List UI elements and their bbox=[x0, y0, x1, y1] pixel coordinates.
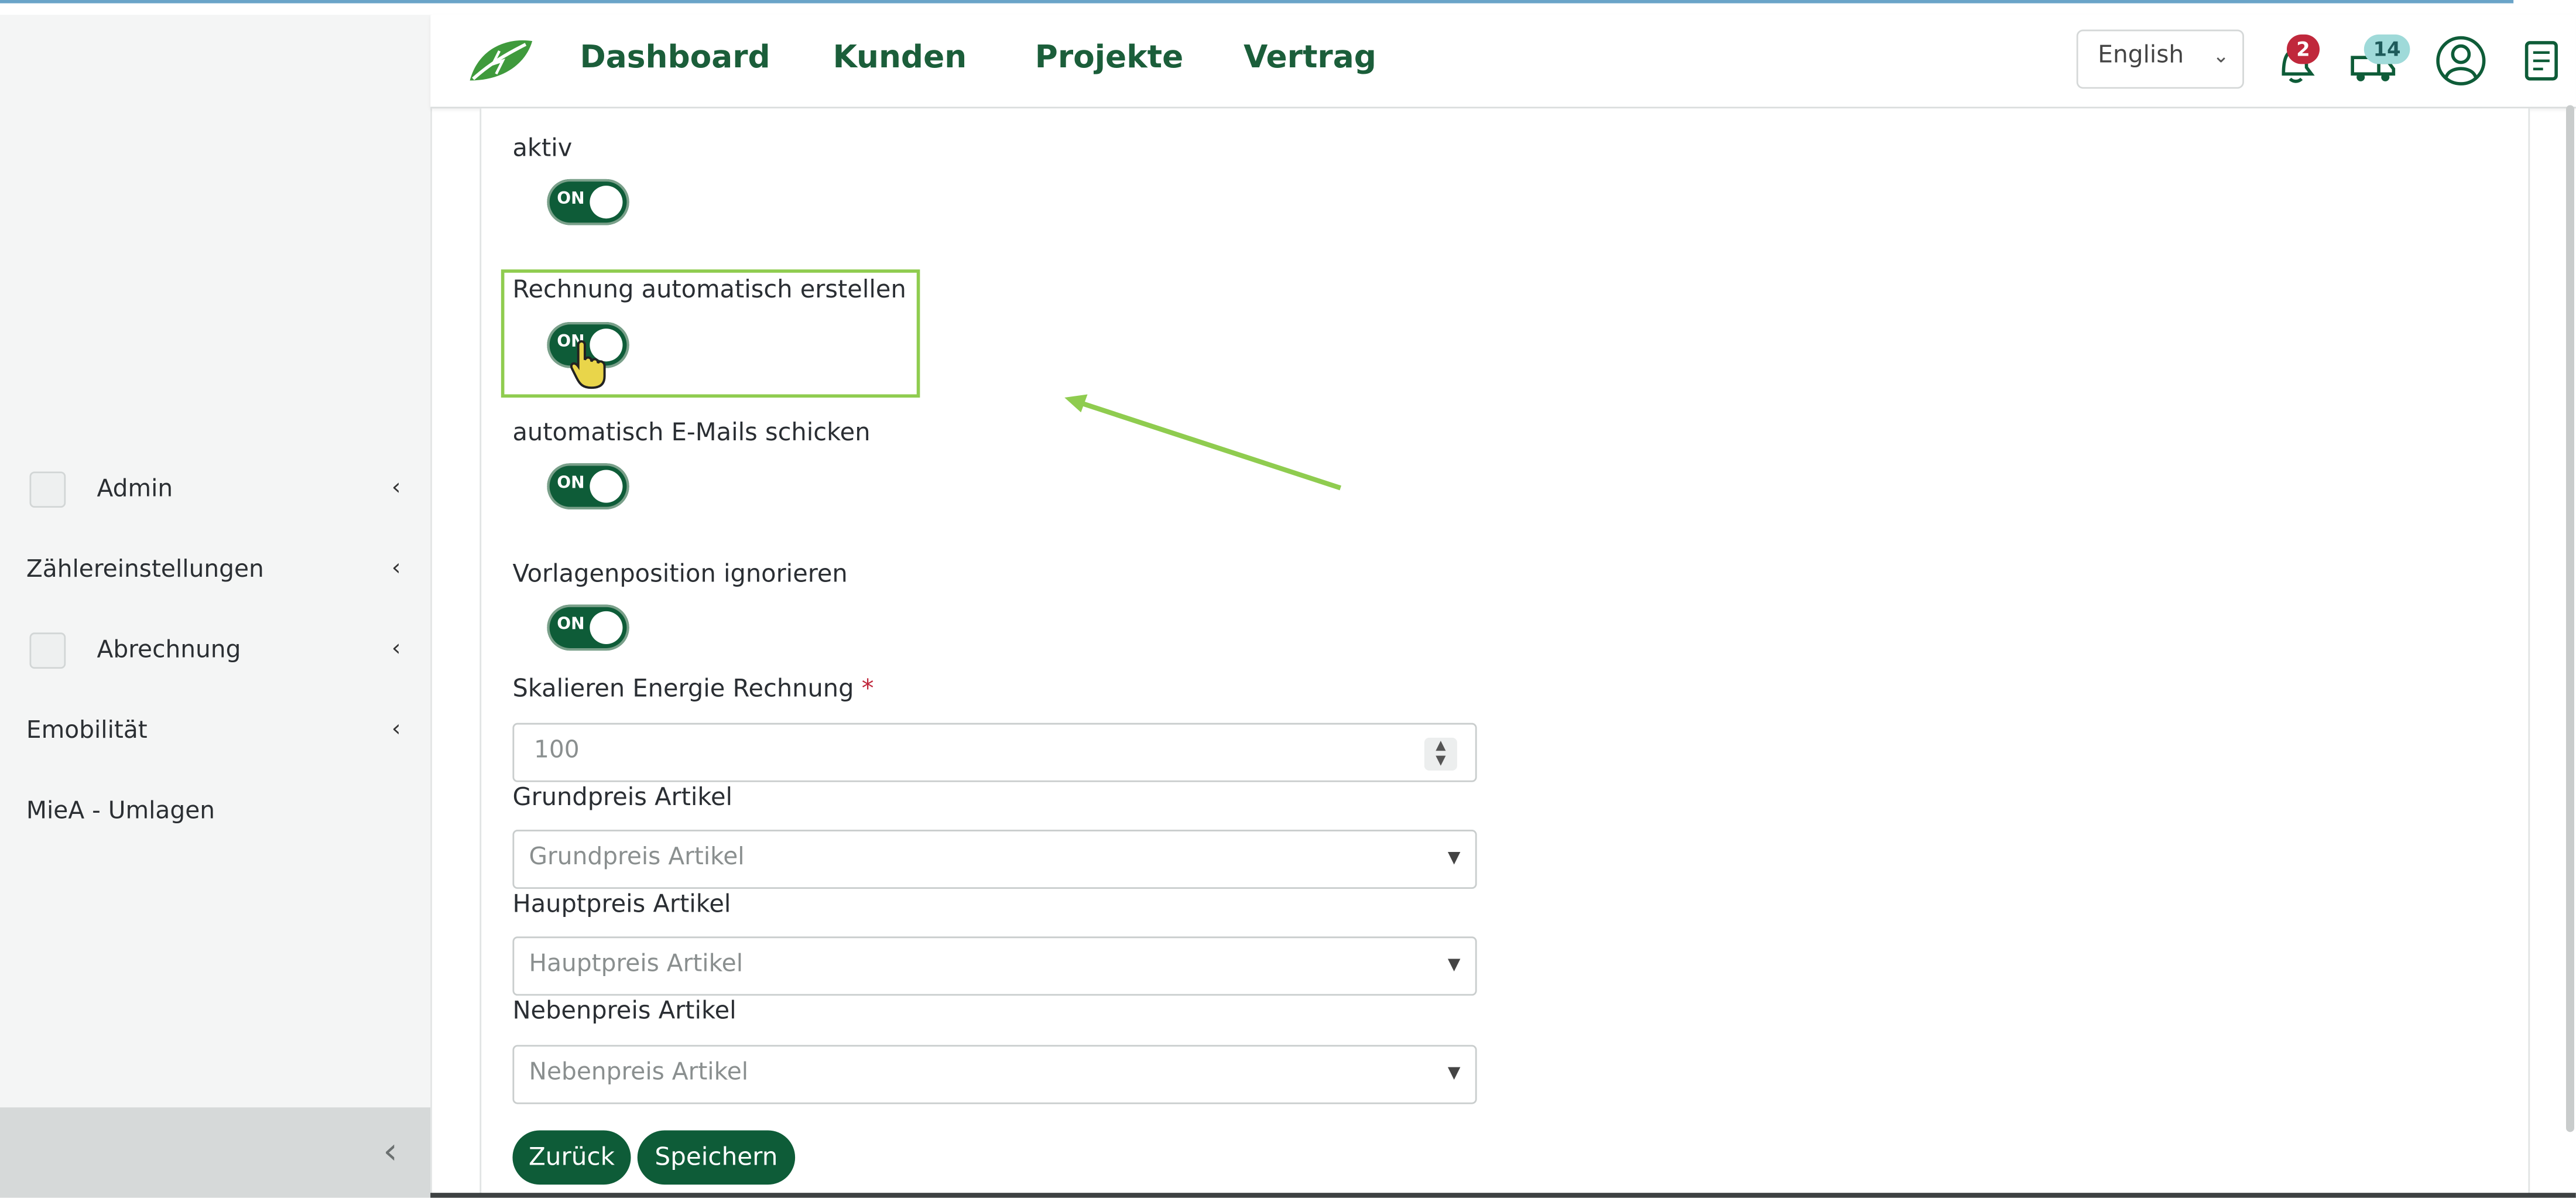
nav-dashboard[interactable]: Dashboard bbox=[580, 39, 770, 76]
billing-icon bbox=[29, 632, 66, 669]
scale-label: Skalieren Energie Rechnung * bbox=[512, 675, 873, 703]
notifications-badge: 2 bbox=[2286, 34, 2320, 64]
required-marker: * bbox=[861, 675, 874, 703]
number-stepper-icon[interactable]: ▲ ▼ bbox=[1424, 737, 1457, 771]
toggle-knob bbox=[590, 470, 623, 503]
toggle-state: ON bbox=[557, 190, 585, 209]
sidebar-item-abrechnung[interactable]: Abrechnung ‹ bbox=[0, 618, 430, 683]
toggle-label-aktiv: aktiv bbox=[512, 135, 573, 163]
toggle-knob bbox=[590, 611, 623, 644]
sidebar-item-label: Emobilität bbox=[26, 718, 148, 745]
select-hauptpreis[interactable]: Hauptpreis Artikel ▼ bbox=[512, 936, 1477, 996]
hand-cursor-icon bbox=[570, 340, 606, 389]
select-placeholder: Grundpreis Artikel bbox=[529, 844, 745, 871]
sidebar-item-label: Abrechnung bbox=[97, 637, 241, 664]
sidebar-item-miea-umlagen[interactable]: MieA - Umlagen bbox=[0, 779, 430, 844]
sidebar-item-zaehlereinstellungen[interactable]: Zählereinstellungen ‹ bbox=[0, 538, 430, 603]
collapse-sidebar-icon[interactable]: ‹ bbox=[383, 1132, 398, 1173]
chevron-left-icon: ‹ bbox=[391, 635, 401, 662]
messages-badge: 14 bbox=[2363, 34, 2410, 64]
back-button[interactable]: Zurück bbox=[512, 1130, 631, 1185]
language-value: English bbox=[2098, 42, 2184, 69]
bottom-edge-bar bbox=[430, 1193, 2576, 1198]
scale-label-text: Skalieren Energie Rechnung bbox=[512, 675, 854, 703]
toggle-label-vorlagenposition: Vorlagenposition ignorieren bbox=[512, 560, 848, 588]
window-top-strip bbox=[0, 0, 2514, 4]
leaf-logo-icon[interactable] bbox=[463, 35, 535, 87]
nav-kunden[interactable]: Kunden bbox=[833, 39, 967, 76]
select-placeholder: Nebenpreis Artikel bbox=[529, 1059, 749, 1086]
select-label-hauptpreis: Hauptpreis Artikel bbox=[512, 890, 731, 919]
sidebar-item-label: Admin bbox=[97, 476, 173, 503]
save-button[interactable]: Speichern bbox=[637, 1130, 796, 1185]
toggle-state: ON bbox=[557, 616, 585, 635]
select-grundpreis[interactable]: Grundpreis Artikel ▼ bbox=[512, 830, 1477, 889]
toggle-knob bbox=[590, 186, 623, 219]
top-navbar: Dashboard Kunden Projekte Vertrag Englis… bbox=[430, 15, 2576, 109]
toggle-vorlagenposition[interactable]: ON bbox=[547, 604, 629, 651]
scrollbar[interactable] bbox=[2565, 105, 2575, 1132]
nav-projekte[interactable]: Projekte bbox=[1035, 39, 1184, 76]
select-label-grundpreis: Grundpreis Artikel bbox=[512, 783, 733, 812]
caret-down-icon: ▼ bbox=[1447, 1064, 1461, 1083]
nav-vertrag[interactable]: Vertrag bbox=[1244, 39, 1376, 76]
caret-down-icon: ▼ bbox=[1447, 849, 1461, 868]
toggle-label-rechnung-automatisch: Rechnung automatisch erstellen bbox=[512, 276, 906, 304]
scale-input-value: 100 bbox=[533, 737, 580, 764]
sidebar-footer: ‹ bbox=[0, 1107, 431, 1198]
chevron-left-icon: ‹ bbox=[391, 716, 401, 743]
document-icon[interactable] bbox=[2513, 35, 2566, 87]
sidebar-item-emobilitaet[interactable]: Emobilität ‹ bbox=[0, 699, 430, 764]
sidebar: Admin ‹ Zählereinstellungen ‹ Abrechnung… bbox=[0, 15, 432, 1198]
sidebar-item-admin[interactable]: Admin ‹ bbox=[0, 457, 430, 522]
chevron-left-icon: ‹ bbox=[391, 474, 401, 501]
toggle-aktiv[interactable]: ON bbox=[547, 179, 629, 225]
select-placeholder: Hauptpreis Artikel bbox=[529, 951, 744, 978]
language-select[interactable]: English ⌄ bbox=[2076, 29, 2244, 89]
annotation-arrow bbox=[1064, 394, 1342, 491]
toggle-emails[interactable]: ON bbox=[547, 463, 629, 509]
app-root: Admin ‹ Zählereinstellungen ‹ Abrechnung… bbox=[0, 0, 2576, 1198]
chevron-left-icon: ‹ bbox=[391, 555, 401, 582]
chevron-down-icon: ⌄ bbox=[2212, 44, 2229, 68]
toggle-state: ON bbox=[557, 474, 585, 493]
scale-input[interactable]: 100 ▲ ▼ bbox=[512, 723, 1477, 782]
sidebar-item-label: Zählereinstellungen bbox=[26, 557, 264, 584]
user-avatar-icon[interactable] bbox=[2434, 35, 2487, 87]
caret-down-icon: ▼ bbox=[1447, 956, 1461, 974]
toggle-label-emails: automatisch E-Mails schicken bbox=[512, 419, 871, 447]
sidebar-item-label: MieA - Umlagen bbox=[26, 798, 215, 825]
select-label-nebenpreis: Nebenpreis Artikel bbox=[512, 997, 737, 1025]
admin-icon bbox=[29, 471, 66, 508]
select-nebenpreis[interactable]: Nebenpreis Artikel ▼ bbox=[512, 1045, 1477, 1104]
